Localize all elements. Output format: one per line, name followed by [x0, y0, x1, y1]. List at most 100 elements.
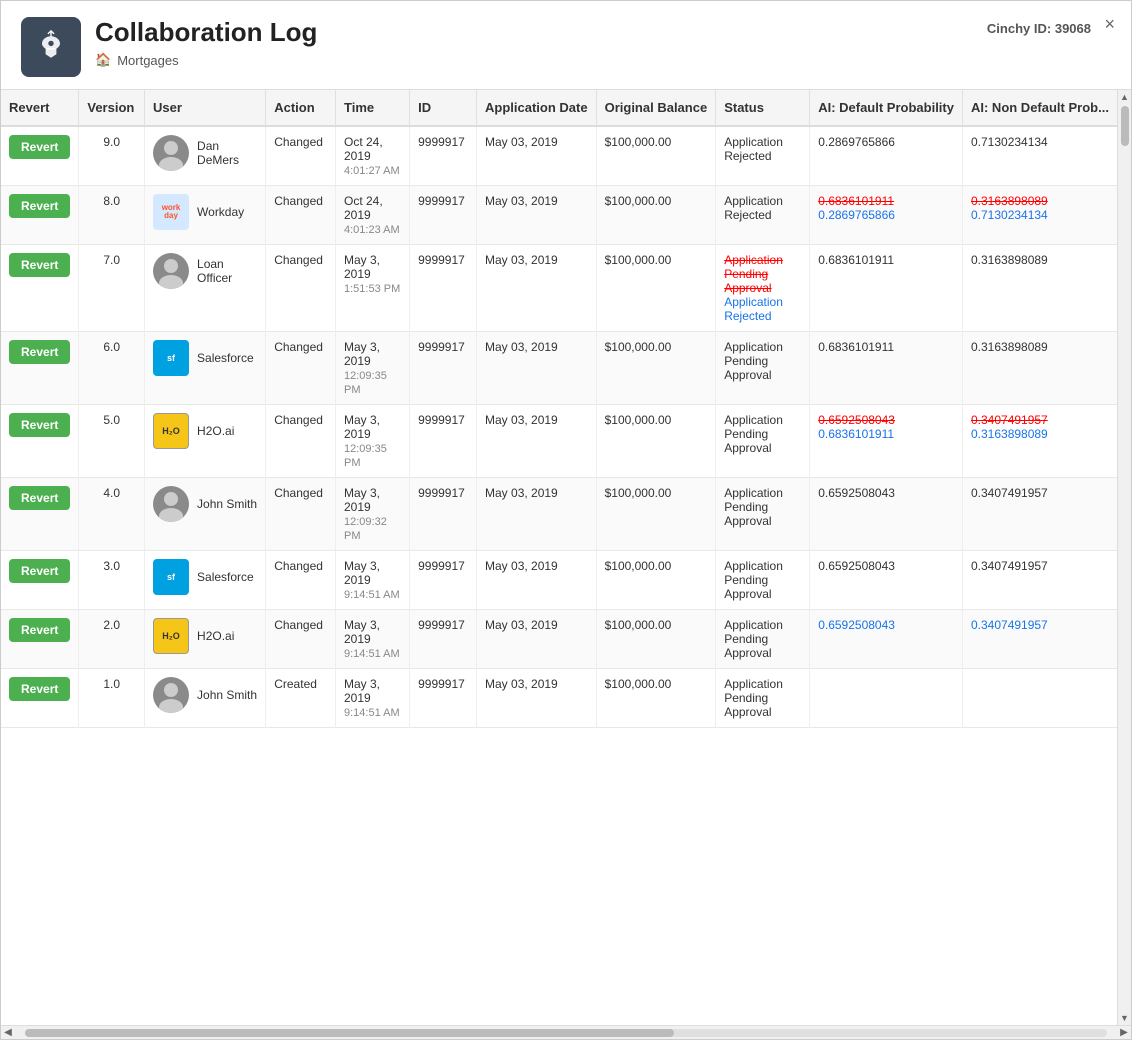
time-primary: May 3, 2019	[344, 559, 380, 587]
balance-cell: $100,000.00	[596, 405, 716, 478]
avatar	[153, 253, 189, 289]
revert-button[interactable]: Revert	[9, 559, 70, 583]
user-name: Salesforce	[197, 351, 254, 365]
id-cell: 9999917	[410, 332, 477, 405]
avatar	[153, 677, 189, 713]
ai-non-default-cell: 0.3407491957	[962, 478, 1117, 551]
revert-button[interactable]: Revert	[9, 677, 70, 701]
action-cell: Changed	[266, 405, 336, 478]
table-wrapper: Revert Version User Action Time ID Appli…	[1, 90, 1117, 1025]
balance-cell: $100,000.00	[596, 610, 716, 669]
time-primary: Oct 24, 2019	[344, 135, 383, 163]
scroll-track-right	[1121, 106, 1129, 1009]
balance-cell: $100,000.00	[596, 332, 716, 405]
cinchy-id-value: 39068	[1055, 21, 1091, 36]
scroll-track-bottom	[25, 1029, 1107, 1037]
revert-button[interactable]: Revert	[9, 135, 70, 159]
status-value: Application Pending Approval	[724, 559, 783, 601]
status-cell: Application Rejected	[716, 126, 810, 186]
table-row: Revert1.0 John SmithCreatedMay 3, 20199:…	[1, 669, 1117, 728]
status-value: 0.3163898089	[971, 340, 1048, 354]
revert-button[interactable]: Revert	[9, 194, 70, 218]
app-icon	[21, 17, 81, 77]
ai-non-default-cell	[962, 669, 1117, 728]
status-value: 0.6836101911	[818, 340, 894, 354]
scroll-right-arrow[interactable]: ▶	[1117, 1026, 1131, 1040]
status-new: Application Rejected	[724, 295, 801, 323]
revert-button[interactable]: Revert	[9, 486, 70, 510]
id-cell: 9999917	[410, 610, 477, 669]
time-secondary: 4:01:23 AM	[344, 224, 400, 236]
revert-button[interactable]: Revert	[9, 253, 70, 277]
user-name: Dan DeMers	[197, 139, 257, 167]
status-cell: Application Pending Approval	[716, 669, 810, 728]
ai-default-cell	[810, 669, 963, 728]
scroll-thumb-bottom	[25, 1029, 674, 1037]
scroll-down-arrow[interactable]: ▼	[1118, 1011, 1131, 1025]
col-time: Time	[336, 90, 410, 126]
header-text: Collaboration Log 🏠 Mortgages	[95, 17, 317, 68]
status-value: Application Rejected	[724, 135, 783, 163]
bottom-scrollbar[interactable]: ◀ ▶	[1, 1025, 1131, 1039]
app-date-cell: May 03, 2019	[477, 332, 597, 405]
time-cell: May 3, 201912:09:32 PM	[336, 478, 410, 551]
avatar: sf	[153, 340, 189, 376]
close-button[interactable]: ×	[1104, 15, 1115, 33]
time-primary: May 3, 2019	[344, 253, 380, 281]
table-row: Revert3.0 sf SalesforceChangedMay 3, 201…	[1, 551, 1117, 610]
id-cell: 9999917	[410, 405, 477, 478]
modal-title: Collaboration Log	[95, 17, 317, 48]
revert-button[interactable]: Revert	[9, 340, 70, 364]
balance-cell: $100,000.00	[596, 245, 716, 332]
time-primary: May 3, 2019	[344, 340, 380, 368]
col-id: ID	[410, 90, 477, 126]
app-date-cell: May 03, 2019	[477, 186, 597, 245]
avatar: workday	[153, 194, 189, 230]
avatar: H₂O	[153, 618, 189, 654]
scroll-left-arrow[interactable]: ◀	[1, 1026, 15, 1040]
time-secondary: 9:14:51 AM	[344, 707, 400, 719]
collaboration-table: Revert Version User Action Time ID Appli…	[1, 90, 1117, 728]
balance-cell: $100,000.00	[596, 478, 716, 551]
user-cell: Loan Officer	[145, 245, 266, 332]
id-cell: 9999917	[410, 669, 477, 728]
header-subtitle: 🏠 Mortgages	[95, 52, 317, 68]
col-app-date: Application Date	[477, 90, 597, 126]
status-value: Application Rejected	[724, 194, 783, 222]
status-cell: Application Pending Approval	[716, 405, 810, 478]
id-cell: 9999917	[410, 186, 477, 245]
version-cell: 5.0	[79, 405, 145, 478]
version-cell: 6.0	[79, 332, 145, 405]
user-cell: H₂O H2O.ai	[145, 405, 266, 478]
ai-default-cell: 0.68361019110.2869765866	[810, 186, 963, 245]
ai-non-default-cell: 0.3163898089	[962, 332, 1117, 405]
scroll-up-arrow[interactable]: ▲	[1118, 90, 1131, 104]
user-cell: H₂O H2O.ai	[145, 610, 266, 669]
time-secondary: 9:14:51 AM	[344, 648, 400, 660]
ai-non-default-cell: 0.31638980890.7130234134	[962, 186, 1117, 245]
time-cell: May 3, 2019 9:14:51 AM	[336, 610, 410, 669]
user-name: Workday	[197, 205, 244, 219]
app-date-cell: May 03, 2019	[477, 478, 597, 551]
table-header-row: Revert Version User Action Time ID Appli…	[1, 90, 1117, 126]
revert-button[interactable]: Revert	[9, 618, 70, 642]
status-new: 0.2869765866	[818, 208, 954, 222]
app-date-cell: May 03, 2019	[477, 610, 597, 669]
right-scrollbar[interactable]: ▲ ▼	[1117, 90, 1131, 1025]
status-old: 0.6836101911	[818, 194, 954, 208]
table-row: Revert6.0 sf SalesforceChangedMay 3, 201…	[1, 332, 1117, 405]
ai-non-default-cell: 0.34074919570.3163898089	[962, 405, 1117, 478]
balance-cell: $100,000.00	[596, 669, 716, 728]
status-cell: Application Pending Approval	[716, 478, 810, 551]
scroll-thumb-right	[1121, 106, 1129, 146]
status-old: 0.3163898089	[971, 194, 1109, 208]
time-primary: May 3, 2019	[344, 618, 380, 646]
status-value: Application Pending Approval	[724, 618, 783, 660]
status-new: 0.7130234134	[971, 208, 1109, 222]
ai-non-default-cell: 0.3163898089	[962, 245, 1117, 332]
user-name: John Smith	[197, 497, 257, 511]
revert-button[interactable]: Revert	[9, 413, 70, 437]
ai-default-cell: 0.6592508043	[810, 610, 963, 669]
status-value: Application Pending Approval	[724, 413, 783, 455]
app-date-cell: May 03, 2019	[477, 126, 597, 186]
